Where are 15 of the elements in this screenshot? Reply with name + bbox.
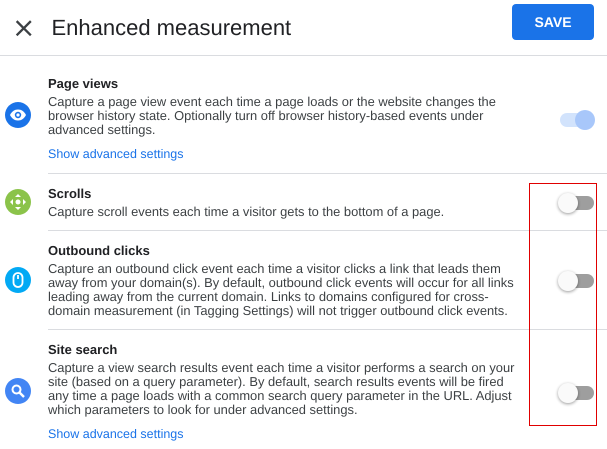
- setting-title: Outbound clicks: [48, 243, 151, 258]
- close-button[interactable]: ×: [8, 14, 40, 42]
- toggle-switch[interactable]: [560, 386, 594, 400]
- setting-title: Scrolls: [48, 186, 92, 201]
- setting-description: Capture scroll events each time a visitor gets to the bottom of a page.: [48, 205, 446, 219]
- setting-description: Capture a page view event each time a page loads or the website changes the browser history state. Optionally turn off browser history-based events under advanced settings.: [48, 95, 497, 137]
- setting-title: Page views: [48, 76, 120, 91]
- dialog-title: Enhanced measurement: [51, 14, 292, 40]
- toggle-switch[interactable]: [560, 196, 594, 210]
- toggle-switch[interactable]: [560, 274, 594, 288]
- setting-description: Capture an outbound click event each time a visitor clicks a link that leads them away from your domain(s). By default, outbound click events will occur for all links leading away from the current domain. Links to domains configured for cross-domain measurement (in Tagging Settings) will not trigger outbound click events.: [48, 262, 515, 318]
- setting-title: Site search: [48, 342, 118, 357]
- setting-description: Capture a view search results event each time a visitor performs a search on your site (based on a query parameter). By default, search results events will be fired any time a page loads with a common search query parameter in the URL. Adjust which parameters to look for under advanced settings.: [48, 361, 516, 417]
- save-button[interactable]: SAVE: [512, 4, 594, 40]
- advanced-settings-link[interactable]: Show advanced settings: [48, 427, 184, 441]
